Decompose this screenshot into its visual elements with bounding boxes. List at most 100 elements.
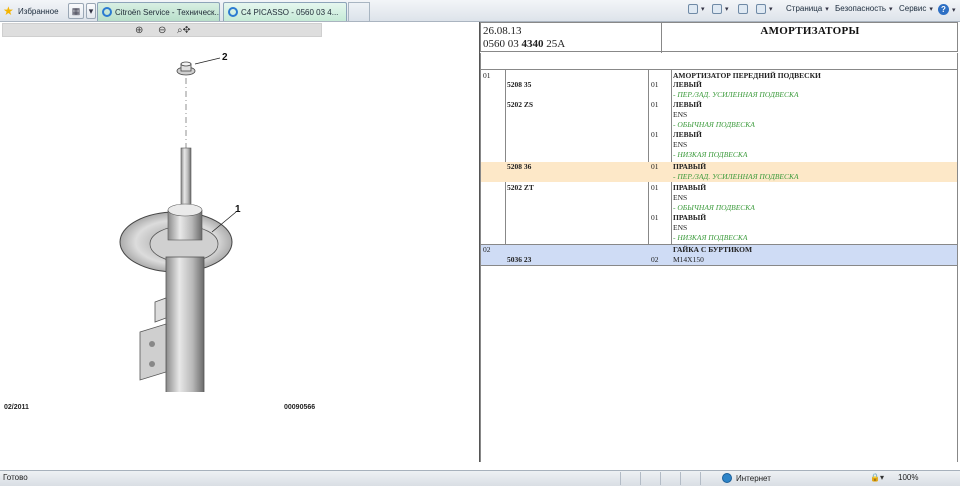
tab-citroen-service[interactable]: Citroën Service - Техническ... xyxy=(97,2,220,21)
desc-cell: ПРАВЫЙ xyxy=(673,213,707,222)
status-bar: Готово Интернет 🔒▾ 100% xyxy=(0,470,960,486)
grid-icon: ▦ xyxy=(71,5,81,16)
star-icon: ★ xyxy=(3,4,14,18)
desc-cell: ПРАВЫЙ xyxy=(673,162,707,171)
sub-cell: ENS xyxy=(673,193,688,202)
desc-cell: ЛЕВЫЙ xyxy=(673,100,702,109)
tools-menu-label: Сервис xyxy=(899,4,927,13)
table-row[interactable]: 01 ПРАВЫЙ ENS - НИЗКАЯ ПОДВЕСКА xyxy=(481,213,957,243)
sub-cell: ENS xyxy=(673,140,688,149)
code-prefix: 0560 03 xyxy=(483,38,522,50)
header-spacer xyxy=(480,53,958,70)
zoom-level[interactable]: 100% xyxy=(898,473,918,482)
help-menu[interactable]: ? ▾ xyxy=(938,4,956,15)
new-tab-button[interactable] xyxy=(348,2,370,21)
status-segment xyxy=(700,472,716,485)
illustration-pane: ⊕ ⊖ ⌕✥ 2 1 02/2011 00090566 xyxy=(0,22,478,462)
parts-table: 01 АМОРТИЗАТОР ПЕРЕДНИЙ ПОДВЕСКИ 5208 35… xyxy=(480,70,958,266)
code-suffix: 25A xyxy=(543,38,566,50)
security-zone[interactable]: Интернет xyxy=(722,473,771,483)
table-row-selected[interactable]: 5208 36 01 ПРАВЫЙ - ПЕР./ЗАД. УСИЛЕННАЯ … xyxy=(481,162,957,182)
qty-cell: 02 xyxy=(651,255,659,264)
part-number[interactable]: 5036 23 xyxy=(507,255,531,265)
header-divider xyxy=(661,23,662,53)
tab-list-dropdown[interactable]: ▾ xyxy=(86,3,96,19)
code-bold: 4340 xyxy=(521,38,544,50)
tab-label: C4 PICASSO - 0560 03 4... xyxy=(241,7,339,17)
help-icon: ? xyxy=(938,4,949,15)
desc-cell: ГАЙКА С БУРТИКОМ xyxy=(673,245,753,254)
parts-pane: 26.08.13 0560 03 4340 25A АМОРТИЗАТОРЫ 0… xyxy=(480,22,960,462)
qty-cell: 01 xyxy=(651,183,659,192)
print-button[interactable]: ▾ xyxy=(756,4,773,14)
zoom-pan-icon[interactable]: ⌕✥ xyxy=(177,24,191,37)
illustration-code: 00090566 xyxy=(284,404,316,411)
zoom-in-icon[interactable]: ⊕ xyxy=(135,24,143,37)
home-icon xyxy=(688,4,698,14)
ref-cell: 02 xyxy=(483,245,491,254)
table-row[interactable]: 02 5036 23 02 ГАЙКА С БУРТИКОМ M14X150 xyxy=(481,244,957,265)
favorites-label: Избранное xyxy=(18,6,59,16)
favorites-button[interactable]: ★ Избранное xyxy=(3,4,59,18)
home-button[interactable]: ▾ xyxy=(688,4,705,14)
note-cell: - ПЕР./ЗАД. УСИЛЕННАЯ ПОДВЕСКА xyxy=(673,172,799,181)
desc-cell: ЛЕВЫЙ xyxy=(673,80,702,89)
part-number[interactable]: 5208 35 xyxy=(507,80,531,90)
zoom-toolbar: ⊕ ⊖ ⌕✥ xyxy=(2,23,322,37)
feeds-button[interactable]: ▾ xyxy=(712,4,729,14)
desc-cell: ЛЕВЫЙ xyxy=(673,130,702,139)
tab-label: Citroën Service - Техническ... xyxy=(115,7,220,17)
chevron-down-icon: ▾ xyxy=(952,6,956,14)
safety-menu-label: Безопасность xyxy=(835,4,887,13)
part-number[interactable]: 5202 ZS xyxy=(507,100,533,110)
header-code: 0560 03 4340 25A xyxy=(483,38,565,50)
table-row[interactable]: 5202 ZS 01 ЛЕВЫЙ ENS - ОБЫЧНАЯ ПОДВЕСКА xyxy=(481,100,957,130)
protected-mode-icon[interactable]: 🔒▾ xyxy=(870,473,884,482)
qty-cell: 01 xyxy=(651,130,659,139)
note-cell: - ОБЫЧНАЯ ПОДВЕСКА xyxy=(673,120,755,129)
sub-cell: ENS xyxy=(673,110,688,119)
part-number[interactable]: 5202 ZT xyxy=(507,183,534,193)
callout-1: 1 xyxy=(235,204,241,215)
mail-button[interactable] xyxy=(738,4,748,14)
desc-cell: ПРАВЫЙ xyxy=(673,183,707,192)
illustration-date: 02/2011 xyxy=(4,404,29,411)
tab-c4-picasso[interactable]: C4 PICASSO - 0560 03 4... × xyxy=(223,2,347,21)
safety-menu[interactable]: Безопасность ▾ xyxy=(835,4,893,13)
qty-cell: 01 xyxy=(651,80,659,89)
shock-absorber-drawing: 2 1 xyxy=(119,52,241,392)
qty-cell: 01 xyxy=(651,100,659,109)
status-text: Готово xyxy=(3,473,28,482)
printer-icon xyxy=(756,4,766,14)
table-empty-area xyxy=(480,266,958,462)
page-menu-label: Страница xyxy=(786,4,823,13)
note-cell: - НИЗКАЯ ПОДВЕСКА xyxy=(673,150,748,159)
page-menu[interactable]: Страница ▾ xyxy=(786,4,829,13)
tools-menu[interactable]: Сервис ▾ xyxy=(899,4,933,13)
table-row[interactable]: 01 ЛЕВЫЙ ENS - НИЗКАЯ ПОДВЕСКА xyxy=(481,130,957,160)
table-row[interactable]: 5202 ZT 01 ПРАВЫЙ ENS - ОБЫЧНАЯ ПОДВЕСКА xyxy=(481,183,957,213)
quick-tabs-button[interactable]: ▦ xyxy=(68,3,84,19)
page-title: АМОРТИЗАТОРЫ xyxy=(760,25,860,37)
part-number[interactable]: 5208 36 xyxy=(507,162,531,172)
header-date: 26.08.13 xyxy=(483,25,522,37)
parts-header: 26.08.13 0560 03 4340 25A АМОРТИЗАТОРЫ xyxy=(480,22,958,53)
chevron-down-icon: ▾ xyxy=(889,5,893,13)
table-row[interactable]: 01 АМОРТИЗАТОР ПЕРЕДНИЙ ПОДВЕСКИ xyxy=(481,70,957,80)
rss-icon xyxy=(712,4,722,14)
favorites-bar: ★ Избранное ▦ ▾ Citroën Service - Технич… xyxy=(0,0,960,22)
globe-icon xyxy=(722,473,732,483)
status-segment xyxy=(680,472,696,485)
chevron-down-icon: ▾ xyxy=(701,6,705,13)
note-cell: - НИЗКАЯ ПОДВЕСКА xyxy=(673,233,748,242)
zoom-out-icon[interactable]: ⊖ xyxy=(158,24,166,37)
page-content: ⊕ ⊖ ⌕✥ 2 1 02/2011 00090566 26.08.13 056… xyxy=(0,22,960,470)
chevron-down-icon: ▾ xyxy=(929,5,933,13)
chevron-down-icon: ▾ xyxy=(725,6,729,13)
note-cell: - ПЕР./ЗАД. УСИЛЕННАЯ ПОДВЕСКА xyxy=(673,90,799,99)
chevron-down-icon: ▾ xyxy=(825,5,829,13)
table-row[interactable]: 5208 35 01 ЛЕВЫЙ - ПЕР./ЗАД. УСИЛЕННАЯ П… xyxy=(481,80,957,100)
sub-cell: ENS xyxy=(673,223,688,232)
callout-2: 2 xyxy=(222,52,228,63)
zone-label: Интернет xyxy=(736,473,771,483)
